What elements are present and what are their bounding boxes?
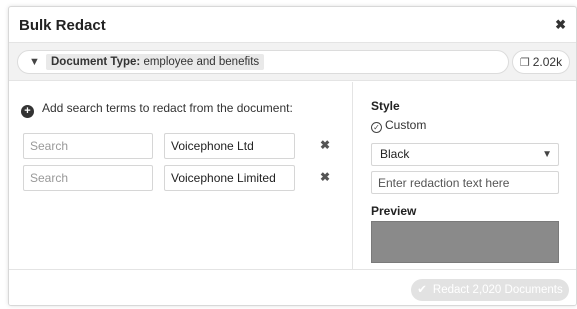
preview-label: Preview bbox=[371, 204, 417, 218]
redact-button-label: Redact 2,020 Documents bbox=[432, 284, 563, 296]
dialog-footer: ✔ Redact 2,020 Documents bbox=[9, 269, 576, 305]
close-icon[interactable]: ✖ bbox=[555, 17, 566, 33]
redaction-preview bbox=[371, 221, 559, 263]
funnel-icon: ▼ bbox=[29, 56, 40, 68]
search-term-row: ✖ bbox=[23, 133, 343, 159]
filter-pill[interactable]: ▼ Document Type: employee and benefits bbox=[17, 50, 509, 74]
redaction-text-input[interactable] bbox=[371, 171, 559, 194]
plus-circle-icon[interactable]: + bbox=[21, 105, 34, 118]
redaction-color-value: Black bbox=[380, 147, 410, 161]
bulk-redact-dialog: Bulk Redact ✖ ▼ Document Type: employee … bbox=[8, 6, 577, 306]
filter-chip-value: employee and benefits bbox=[140, 56, 260, 68]
style-panel: Style ✓Custom Black ▼ Preview bbox=[352, 82, 576, 269]
redact-term-input[interactable] bbox=[164, 133, 295, 159]
custom-style-option[interactable]: ✓ Custom bbox=[371, 118, 426, 133]
redact-documents-button[interactable]: ✔ Redact 2,020 Documents bbox=[411, 279, 569, 301]
custom-style-label: Custom bbox=[385, 118, 427, 132]
add-search-term-label: Add search terms to redact from the docu… bbox=[42, 101, 293, 115]
documents-icon: ❐ bbox=[519, 57, 530, 69]
remove-term-icon[interactable]: ✖ bbox=[320, 170, 330, 184]
remove-term-icon[interactable]: ✖ bbox=[320, 138, 330, 152]
redact-term-input[interactable] bbox=[164, 165, 295, 191]
search-input[interactable] bbox=[23, 133, 153, 159]
document-type-filter-chip[interactable]: Document Type: employee and benefits bbox=[46, 54, 265, 70]
document-count: ❐ 2.02k bbox=[512, 50, 570, 74]
check-circle-icon: ✓ bbox=[371, 122, 382, 133]
add-search-term[interactable]: + Add search terms to redact from the doc… bbox=[21, 101, 293, 118]
search-input[interactable] bbox=[23, 165, 153, 191]
redaction-color-select[interactable]: Black ▼ bbox=[371, 143, 559, 166]
filter-bar: ▼ Document Type: employee and benefits ❐… bbox=[9, 43, 576, 81]
document-count-value: 2.02k bbox=[532, 55, 563, 69]
dialog-header: Bulk Redact ✖ bbox=[9, 7, 576, 43]
check-icon: ✔ bbox=[417, 284, 427, 296]
search-term-row: ✖ bbox=[23, 165, 343, 191]
filter-chip-key: Document Type: bbox=[51, 56, 141, 68]
style-label: Style bbox=[371, 99, 400, 113]
dialog-title: Bulk Redact bbox=[19, 17, 106, 34]
chevron-down-icon: ▼ bbox=[542, 149, 552, 160]
search-terms-panel: + Add search terms to redact from the doc… bbox=[9, 82, 351, 269]
